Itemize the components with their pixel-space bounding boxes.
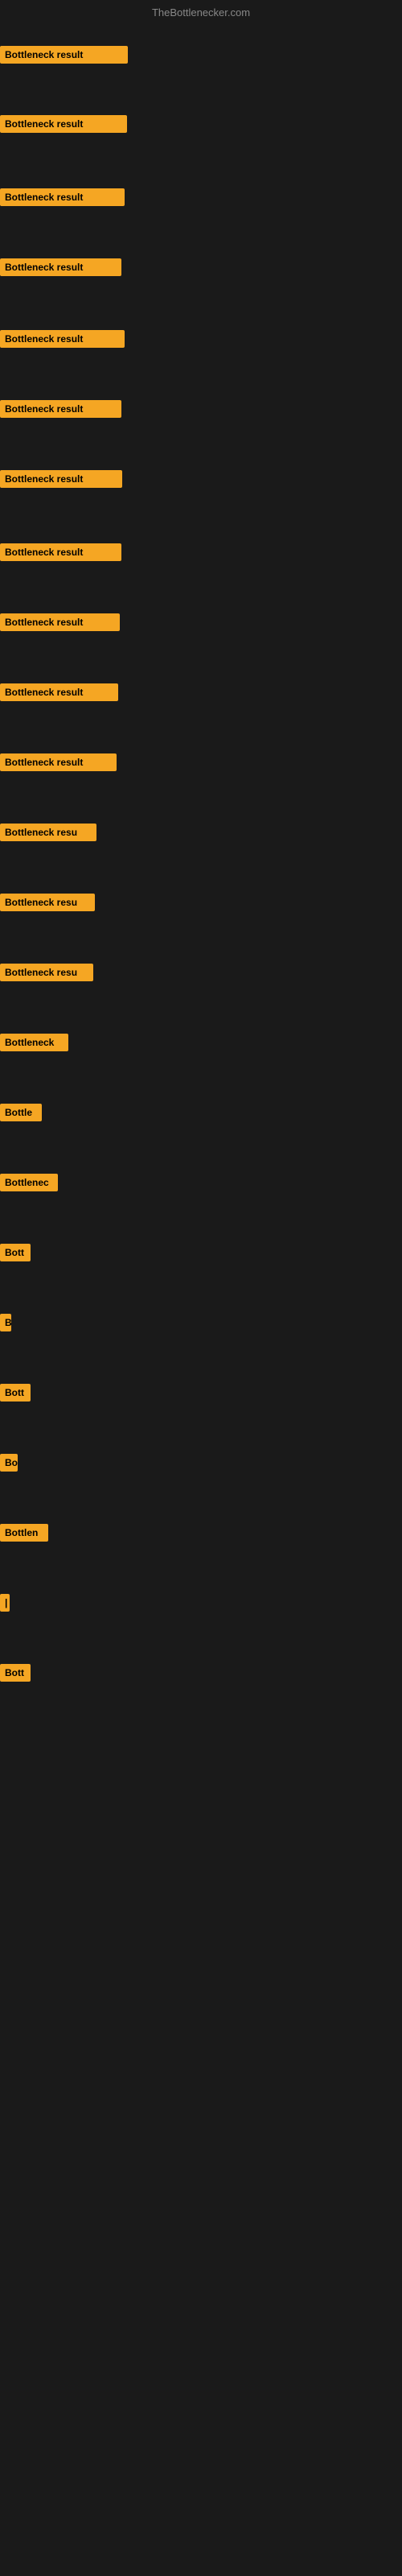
bottleneck-badge-8: Bottleneck result	[0, 543, 121, 561]
bottleneck-badge-16: Bottle	[0, 1104, 42, 1121]
bottleneck-badge-15: Bottleneck	[0, 1034, 68, 1051]
bottleneck-badge-19: B	[0, 1314, 11, 1331]
bottleneck-badge-18: Bott	[0, 1244, 31, 1261]
site-title: TheBottlenecker.com	[152, 6, 250, 19]
bottleneck-badge-11: Bottleneck result	[0, 753, 117, 771]
bottleneck-badge-17: Bottlenec	[0, 1174, 58, 1191]
bottleneck-badge-4: Bottleneck result	[0, 258, 121, 276]
bottleneck-badge-24: Bott	[0, 1664, 31, 1682]
bottleneck-badge-20: Bott	[0, 1384, 31, 1402]
bottleneck-badge-12: Bottleneck resu	[0, 824, 96, 841]
bottleneck-badge-3: Bottleneck result	[0, 188, 125, 206]
bottleneck-badge-7: Bottleneck result	[0, 470, 122, 488]
bottleneck-badge-9: Bottleneck result	[0, 613, 120, 631]
bottleneck-badge-6: Bottleneck result	[0, 400, 121, 418]
bottleneck-badge-2: Bottleneck result	[0, 115, 127, 133]
bottleneck-badge-14: Bottleneck resu	[0, 964, 93, 981]
bottleneck-badge-1: Bottleneck result	[0, 46, 128, 64]
bottleneck-badge-22: Bottlen	[0, 1524, 48, 1542]
bottleneck-badge-10: Bottleneck result	[0, 683, 118, 701]
bottleneck-badge-13: Bottleneck resu	[0, 894, 95, 911]
bottleneck-badge-5: Bottleneck result	[0, 330, 125, 348]
bottleneck-badge-23: |	[0, 1594, 10, 1612]
bottleneck-badge-21: Bo	[0, 1454, 18, 1472]
